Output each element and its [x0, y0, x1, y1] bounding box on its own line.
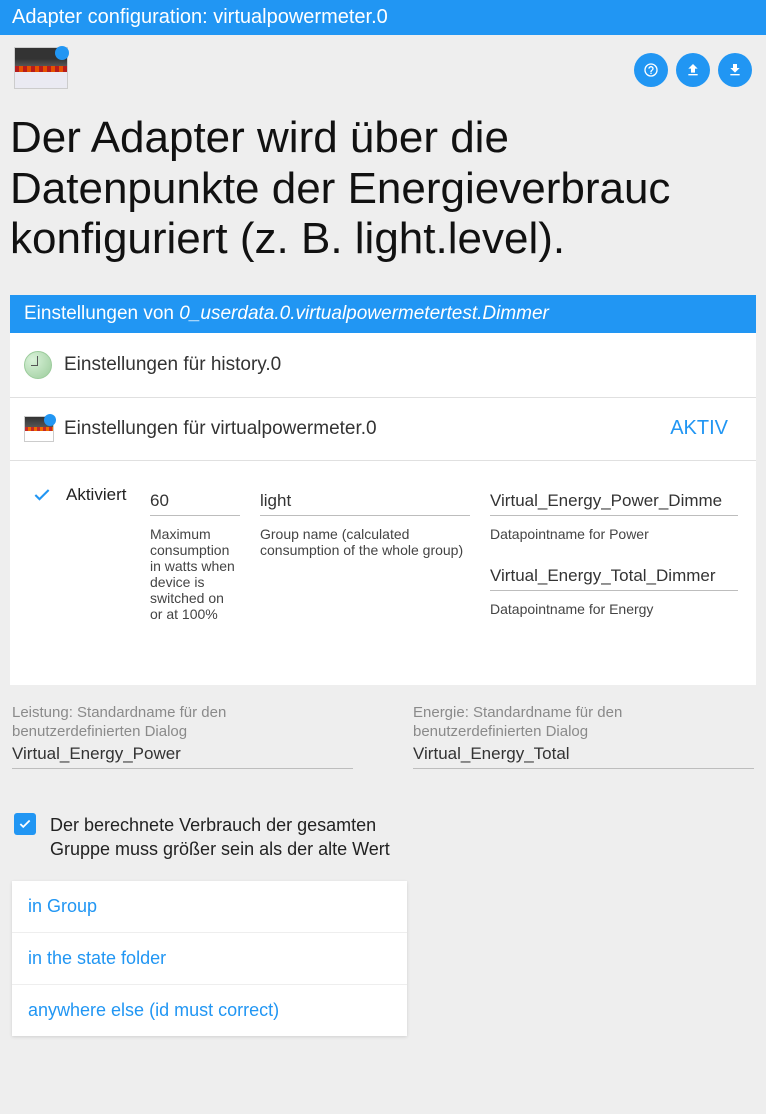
- helper-dp-energy: Datapointname for Energy: [490, 601, 738, 617]
- lower-energy: Energie: Standardname für den benutzerde…: [413, 703, 754, 769]
- location-options: in Group in the state folder anywhere el…: [12, 881, 407, 1036]
- input-dp-power[interactable]: Virtual_Energy_Power_Dimme: [490, 485, 738, 516]
- clock-icon: [24, 351, 64, 379]
- activated-label: Aktiviert: [66, 485, 126, 505]
- option-anywhere-else[interactable]: anywhere else (id must correct): [12, 985, 407, 1036]
- meter-icon: [24, 416, 64, 442]
- checkbox-label: Der berechnete Verbrauch der gesamten Gr…: [50, 813, 428, 862]
- input-dp-energy[interactable]: Virtual_Energy_Total_Dimmer: [490, 560, 738, 591]
- header-actions: [634, 47, 752, 87]
- lower-power-label: Leistung: Standardname für den benutzerd…: [12, 703, 353, 742]
- settings-panel: Einstellungen für history.0 Einstellunge…: [10, 333, 756, 685]
- helper-max-watts: Maximum consumption in watts when device…: [150, 526, 240, 622]
- lower-power: Leistung: Standardname für den benutzerd…: [12, 703, 353, 769]
- upload-button[interactable]: [676, 53, 710, 87]
- lower-energy-label: Energie: Standardname für den benutzerde…: [413, 703, 754, 742]
- input-group-name[interactable]: light: [260, 485, 470, 516]
- checkbox-group-greater[interactable]: [14, 813, 36, 835]
- fields-group: 60 Maximum consumption in watts when dev…: [150, 485, 738, 635]
- row-history-label: Einstellungen für history.0: [64, 354, 742, 376]
- option-in-group[interactable]: in Group: [12, 881, 407, 933]
- main-title: Der Adapter wird über die Datenpunkte de…: [0, 89, 766, 295]
- field-max: 60 Maximum consumption in watts when dev…: [150, 485, 240, 635]
- helper-dp-power: Datapointname for Power: [490, 526, 738, 542]
- config-body: Aktiviert 60 Maximum consumption in watt…: [10, 461, 756, 685]
- download-button[interactable]: [718, 53, 752, 87]
- lower-energy-value[interactable]: Virtual_Energy_Total: [413, 742, 754, 769]
- top-row: [0, 35, 766, 89]
- option-in-state-folder[interactable]: in the state folder: [12, 933, 407, 985]
- helper-group-name: Group name (calculated consumption of th…: [260, 526, 470, 558]
- header-title: Adapter configuration: virtualpowermeter…: [12, 6, 388, 28]
- lower-row: Leistung: Standardname für den benutzerd…: [0, 685, 766, 773]
- activated-col: Aktiviert: [28, 485, 138, 635]
- lower-power-value[interactable]: Virtual_Energy_Power: [12, 742, 353, 769]
- help-button[interactable]: [634, 53, 668, 87]
- row-vpm-label: Einstellungen für virtualpowermeter.0: [64, 418, 670, 440]
- input-max-watts[interactable]: 60: [150, 485, 240, 516]
- adapter-logo: [14, 47, 68, 89]
- status-active: AKTIV: [670, 417, 742, 440]
- field-group: light Group name (calculated consumption…: [260, 485, 470, 635]
- header-bar: Adapter configuration: virtualpowermeter…: [0, 0, 766, 35]
- check-icon[interactable]: [28, 485, 56, 505]
- section-prefix: Einstellungen von: [24, 303, 179, 324]
- row-history[interactable]: Einstellungen für history.0: [10, 333, 756, 398]
- checkbox-row: Der berechnete Verbrauch der gesamten Gr…: [0, 773, 440, 876]
- section-bar: Einstellungen von 0_userdata.0.virtualpo…: [10, 295, 756, 333]
- section-target: 0_userdata.0.virtualpowermetertest.Dimme…: [179, 303, 549, 324]
- row-virtualpowermeter[interactable]: Einstellungen für virtualpowermeter.0 AK…: [10, 398, 756, 461]
- field-datapoints: Virtual_Energy_Power_Dimme Datapointname…: [490, 485, 738, 635]
